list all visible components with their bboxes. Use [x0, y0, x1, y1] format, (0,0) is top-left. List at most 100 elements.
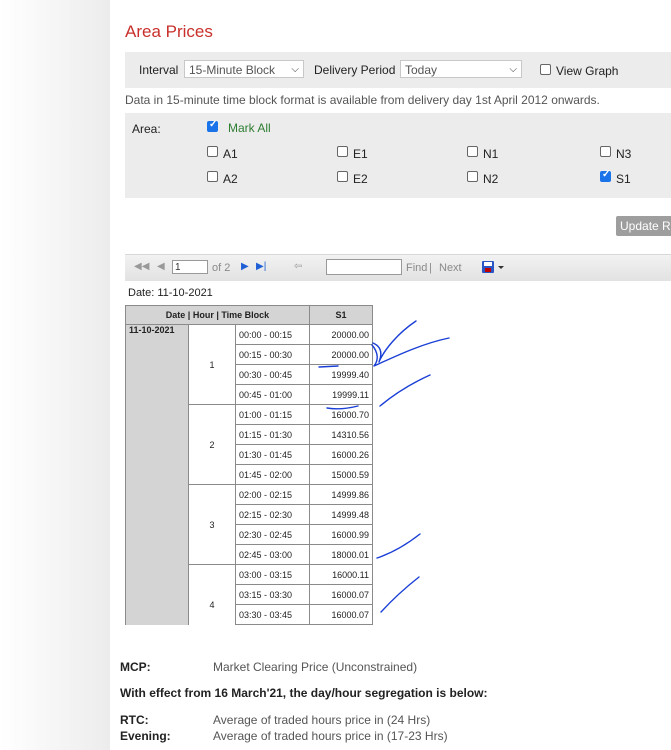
header-s1: S1	[309, 305, 373, 325]
last-page-icon[interactable]: ▶|	[256, 261, 266, 272]
area-s1-label: S1	[616, 172, 631, 186]
time-block-cell: 02:00 - 02:15	[235, 484, 310, 505]
header-date-hour-block: Date | Hour | Time Block	[125, 305, 310, 325]
hour-cell: 2	[188, 404, 236, 485]
time-block-cell	[235, 624, 310, 625]
view-graph-checkbox[interactable]	[540, 64, 551, 75]
next-link[interactable]: Next	[439, 262, 462, 274]
rtc-term-text: RTC:	[120, 713, 149, 727]
rtc-term: RTC:	[120, 713, 149, 727]
interval-label: Interval	[139, 63, 179, 77]
back-to-parent-icon[interactable]: ⇦	[294, 261, 302, 272]
price-cell: 16000.07	[309, 584, 373, 605]
page-count-label: of 2	[212, 262, 231, 274]
time-block-cell: 01:45 - 02:00	[235, 464, 310, 485]
find-text-input[interactable]	[326, 259, 402, 275]
interval-select[interactable]: 15-Minute Block ⌵	[184, 60, 304, 78]
interval-select-value: 15-Minute Block	[189, 63, 276, 77]
mark-all-label: Mark All	[228, 121, 271, 135]
report-toolbar: ◀◀ ◀ 1 of 2 ▶ ▶| ⇦ Find | Next	[125, 254, 671, 281]
area-s1-checkbox[interactable]	[600, 169, 611, 182]
area-n1-label: N1	[483, 147, 499, 161]
data-availability-note: Data in 15-minute time block format is a…	[125, 93, 600, 107]
area-selection-panel: Area: Mark All A1 E1 N1 N3 A2 E2 N2 S1	[125, 113, 671, 198]
area-n3-checkbox[interactable]	[600, 146, 611, 157]
view-graph-label: View Graph	[556, 64, 619, 78]
delivery-period-select[interactable]: Today ⌵	[400, 60, 522, 78]
date-cell: 11-10-2021	[125, 324, 189, 625]
update-report-button[interactable]: Update R	[616, 216, 671, 236]
time-block-cell: 01:30 - 01:45	[235, 444, 310, 465]
price-cell: 16000.99	[309, 524, 373, 545]
area-n2-label: N2	[483, 172, 499, 186]
price-cell: 16000.70	[309, 404, 373, 425]
ink-mark	[372, 320, 417, 363]
time-block-cell: 00:30 - 00:45	[235, 364, 310, 385]
evening-term-text: Evening:	[120, 729, 171, 743]
area-n1-checkbox[interactable]	[467, 146, 478, 157]
price-cell: 20000.00	[309, 324, 373, 345]
price-cell: 16000.11	[309, 564, 373, 585]
previous-page-icon[interactable]: ◀	[157, 261, 165, 272]
ink-mark	[379, 374, 431, 407]
rtc-description: Average of traded hours price in (24 Hrs…	[213, 713, 431, 727]
price-cell: 19999.40	[309, 364, 373, 385]
report-date-line: Date: 11-10-2021	[128, 287, 213, 299]
chevron-down-icon: ⌵	[291, 64, 299, 75]
mcp-description: Market Clearing Price (Unconstrained)	[213, 660, 418, 674]
area-e2-checkbox[interactable]	[337, 171, 348, 182]
hour-cell: 1	[188, 324, 236, 405]
next-page-icon[interactable]: ▶	[241, 261, 249, 272]
ink-mark	[380, 576, 420, 613]
price-cell: 20000.00	[309, 344, 373, 365]
price-cell: 15000.59	[309, 464, 373, 485]
first-page-icon[interactable]: ◀◀	[134, 261, 149, 272]
area-a1-checkbox[interactable]	[207, 146, 218, 157]
mcp-term-text: MCP:	[120, 660, 151, 674]
price-cell: 14999.48	[309, 504, 373, 525]
time-block-cell: 03:00 - 03:15	[235, 564, 310, 585]
table-row: 11-10-2021 1 00:00 - 00:15 20000.00	[125, 324, 373, 625]
area-e1-checkbox[interactable]	[337, 146, 348, 157]
report-viewport[interactable]: Date | Hour | Time Block S1 11-10-2021 1…	[125, 305, 375, 625]
delivery-period-label: Delivery Period	[314, 63, 396, 77]
price-cell: 14999.86	[309, 484, 373, 505]
mcp-term: MCP:	[120, 660, 151, 674]
hour-cell: 4	[188, 564, 236, 625]
page-title: Area Prices	[125, 22, 213, 41]
time-block-cell: 02:15 - 02:30	[235, 504, 310, 525]
find-link[interactable]: Find	[406, 262, 427, 274]
price-cell: 16000.07	[309, 604, 373, 625]
export-save-icon[interactable]	[481, 260, 505, 276]
time-block-cell: 03:30 - 03:45	[235, 604, 310, 625]
filter-bar: Interval 15-Minute Block ⌵ Delivery Peri…	[125, 52, 671, 88]
mark-all-checkbox[interactable]	[207, 119, 218, 132]
time-block-cell: 02:45 - 03:00	[235, 544, 310, 565]
time-block-cell: 00:15 - 00:30	[235, 344, 310, 365]
price-table: Date | Hour | Time Block S1 11-10-2021 1…	[125, 305, 373, 625]
hour-cell: 3	[188, 484, 236, 565]
chevron-down-icon: ⌵	[509, 64, 517, 75]
price-cell	[309, 624, 373, 625]
area-a2-checkbox[interactable]	[207, 171, 218, 182]
ink-mark	[371, 337, 450, 367]
table-header-row: Date | Hour | Time Block S1	[125, 305, 373, 325]
area-label: Area:	[132, 122, 161, 136]
time-block-cell: 02:30 - 02:45	[235, 524, 310, 545]
evening-description: Average of traded hours price in (17-23 …	[213, 729, 448, 743]
area-n2-checkbox[interactable]	[467, 171, 478, 182]
time-block-cell: 00:00 - 00:15	[235, 324, 310, 345]
page-number-input[interactable]: 1	[172, 260, 208, 274]
find-separator: |	[429, 262, 432, 274]
price-cell: 18000.01	[309, 544, 373, 565]
time-block-cell: 01:00 - 01:15	[235, 404, 310, 425]
area-a2-label: A2	[223, 172, 238, 186]
time-block-cell: 01:15 - 01:30	[235, 424, 310, 445]
price-cell: 19999.11	[309, 384, 373, 405]
left-gutter	[0, 0, 110, 750]
price-cell: 16000.26	[309, 444, 373, 465]
area-a1-label: A1	[223, 147, 238, 161]
evening-term: Evening:	[120, 729, 171, 743]
price-cell: 14310.56	[309, 424, 373, 445]
area-e1-label: E1	[353, 147, 368, 161]
